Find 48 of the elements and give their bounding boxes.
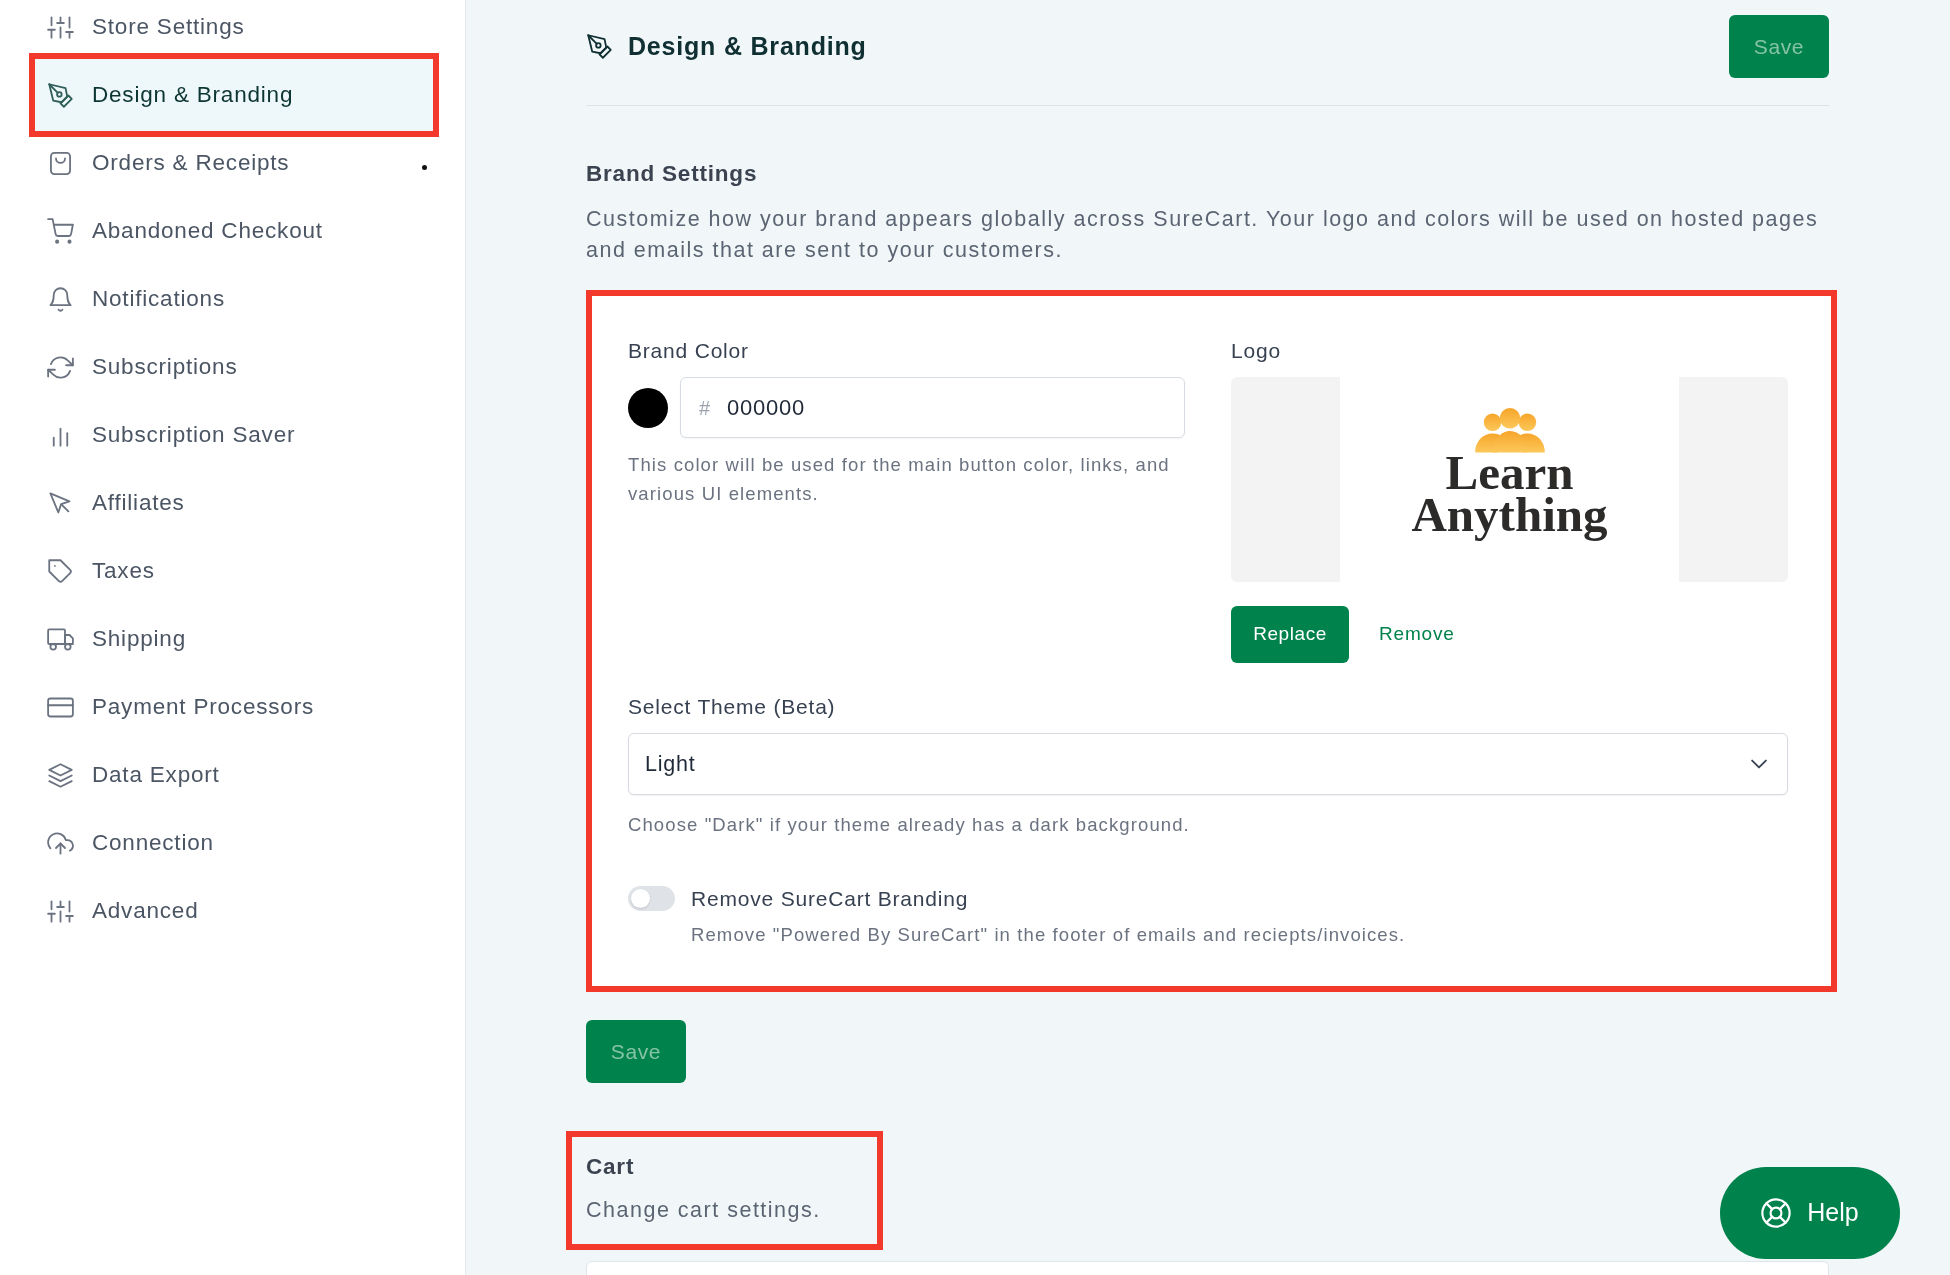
field-label: Logo [1231, 338, 1282, 364]
theme-select[interactable]: Light [628, 733, 1788, 795]
toggle-switch[interactable] [628, 886, 675, 912]
sliders-icon [47, 13, 74, 41]
layers-icon [47, 761, 74, 789]
sidebar-item[interactable]: Payment Processors [35, 673, 433, 741]
sidebar-item[interactable]: Advanced [35, 877, 433, 945]
section-title: Cart [586, 1153, 636, 1182]
cloud-upload-icon [47, 829, 74, 857]
sliders-icon [47, 897, 74, 925]
section-title: Brand Settings [586, 160, 759, 188]
field-label: Select Theme (Beta) [628, 694, 837, 720]
sidebar-item[interactable]: Data Export [35, 741, 433, 809]
sidebar-item[interactable]: Affiliates [35, 469, 433, 537]
logo-text: Learn Anything [1410, 445, 1609, 544]
sidebar-item[interactable]: Connection [35, 809, 433, 877]
sidebar-item[interactable]: Abandoned Checkout [35, 197, 433, 265]
toggle-label: Remove SureCart Branding [691, 886, 969, 912]
hex-color-field[interactable]: # 000000 [680, 377, 1185, 438]
field-label: Brand Color [628, 338, 750, 364]
toggle-description: Remove "Powered By SureCart" in the footer of emails and reciepts/invoices. [691, 922, 1407, 947]
tag-icon [47, 557, 74, 585]
help-text: Choose "Dark" if your theme already has a dark background. [628, 813, 1191, 837]
truck-icon [47, 625, 74, 653]
remove-link[interactable]: Remove [1369, 612, 1465, 657]
pen-nib-icon [47, 81, 74, 109]
sidebar-item[interactable]: Notifications [35, 265, 433, 333]
sidebar-item[interactable]: Subscriptions [35, 333, 433, 401]
cart-icon [47, 217, 74, 245]
help-button[interactable]: Help [1720, 1167, 1900, 1259]
sidebar-item[interactable]: Orders & Receipts [35, 137, 433, 197]
refresh-icon [47, 353, 74, 381]
bell-icon [47, 285, 74, 313]
color-swatch-icon [628, 387, 668, 428]
shopping-bag-icon [47, 149, 74, 177]
sidebar-item[interactable]: Shipping [35, 605, 433, 673]
sidebar-item[interactable]: Design & Branding [35, 59, 433, 131]
help-text: This color will be used for the main button color, links, and various UI elements. [628, 453, 1171, 506]
sidebar-item[interactable]: Subscription Saver [35, 401, 433, 469]
sidebar-item[interactable]: Taxes [35, 537, 433, 605]
chevron-down-icon [1751, 759, 1767, 769]
pen-nib-icon [586, 33, 613, 60]
section-description: Customize how your brand appears globally across SureCart. Your logo and colors will be used on hosted pages and emails that are sent to your customers. [586, 206, 1820, 264]
sidebar-item[interactable]: Store Settings [35, 0, 433, 53]
replace-button[interactable]: Replace [1231, 606, 1349, 663]
lifebuoy-icon [1761, 1198, 1792, 1228]
page-title: Design & Branding [628, 30, 867, 62]
section-description: Change cart settings. [586, 1197, 822, 1225]
